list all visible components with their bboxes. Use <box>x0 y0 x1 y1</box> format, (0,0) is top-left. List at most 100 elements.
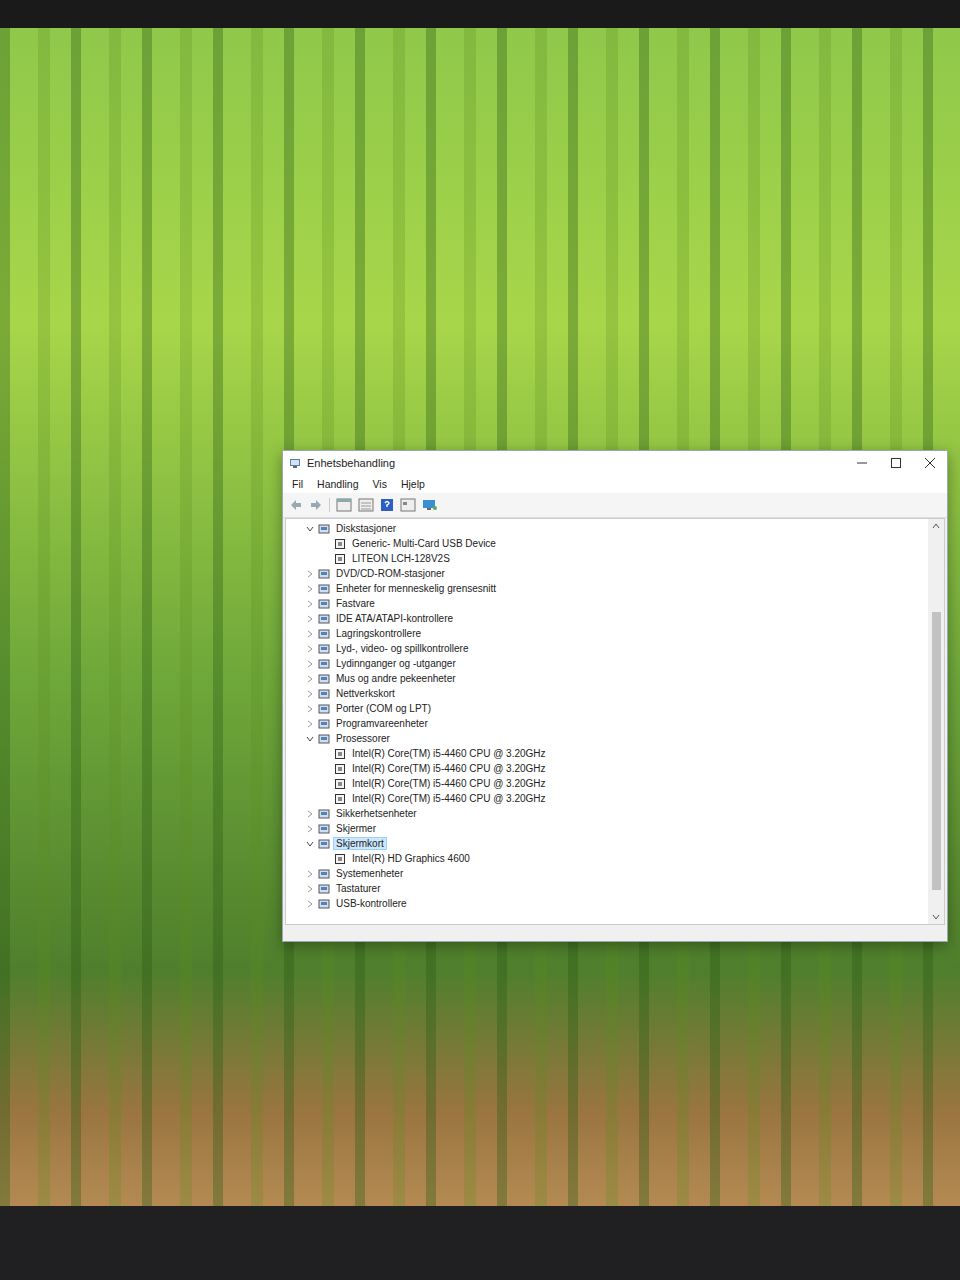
view-icon[interactable] <box>400 498 416 512</box>
help-icon[interactable] <box>380 498 394 512</box>
tree-category[interactable]: Programvareenheter <box>306 716 928 731</box>
expanded-chevron-icon[interactable] <box>306 525 314 533</box>
collapsed-chevron-icon[interactable] <box>306 900 314 908</box>
category-label: Programvareenheter <box>334 718 430 729</box>
tree-device[interactable]: Intel(R) Core(TM) i5-4460 CPU @ 3.20GHz <box>306 761 928 776</box>
device-label: Intel(R) HD Graphics 4600 <box>350 853 472 864</box>
device-label: Intel(R) Core(TM) i5-4460 CPU @ 3.20GHz <box>350 763 548 774</box>
scroll-track[interactable] <box>928 533 944 910</box>
tree-device[interactable]: Generic- Multi-Card USB Device <box>306 536 928 551</box>
collapsed-chevron-icon[interactable] <box>306 690 314 698</box>
tree-category[interactable]: Fastvare <box>306 596 928 611</box>
category-label: Lagringskontrollere <box>334 628 423 639</box>
collapsed-chevron-icon[interactable] <box>306 645 314 653</box>
category-label: Systemenheter <box>334 868 405 879</box>
tree-category[interactable]: Systemenheter <box>306 866 928 881</box>
scroll-down-icon[interactable] <box>929 910 943 924</box>
tree-category[interactable]: Tastaturer <box>306 881 928 896</box>
tree-category[interactable]: DVD/CD-ROM-stasjoner <box>306 566 928 581</box>
collapsed-chevron-icon[interactable] <box>306 570 314 578</box>
category-label: IDE ATA/ATAPI-kontrollere <box>334 613 455 624</box>
device-manager-window[interactable]: Enhetsbehandling Fil Handling Vis Hjelp Disks… <box>282 450 948 942</box>
collapsed-chevron-icon[interactable] <box>306 825 314 833</box>
collapsed-chevron-icon[interactable] <box>306 660 314 668</box>
collapsed-chevron-icon[interactable] <box>306 870 314 878</box>
collapsed-chevron-icon[interactable] <box>306 720 314 728</box>
device-label: LITEON LCH-128V2S <box>350 553 452 564</box>
device-category-icon <box>318 523 330 535</box>
device-tree-panel: Diskstasjoner Generic- Multi-Card USB Dev… <box>285 518 945 925</box>
list-icon[interactable] <box>358 498 374 512</box>
device-category-icon <box>318 568 330 580</box>
tree-device[interactable]: LITEON LCH-128V2S <box>306 551 928 566</box>
scan-hardware-icon[interactable] <box>422 498 438 512</box>
category-label: Enheter for menneskelig grensesnitt <box>334 583 498 594</box>
device-icon <box>334 553 346 565</box>
tree-category[interactable]: IDE ATA/ATAPI-kontrollere <box>306 611 928 626</box>
tree-category[interactable]: USB-kontrollere <box>306 896 928 911</box>
collapsed-chevron-icon[interactable] <box>306 885 314 893</box>
device-category-icon <box>318 898 330 910</box>
tree-category[interactable]: Prosessorer <box>306 731 928 746</box>
device-icon <box>334 853 346 865</box>
tree-device[interactable]: Intel(R) Core(TM) i5-4460 CPU @ 3.20GHz <box>306 791 928 806</box>
device-icon <box>334 763 346 775</box>
device-category-icon <box>318 643 330 655</box>
tree-category[interactable]: Skjermkort <box>306 836 928 851</box>
collapsed-chevron-icon[interactable] <box>306 705 314 713</box>
tree-category[interactable]: Lagringskontrollere <box>306 626 928 641</box>
tree-category[interactable]: Mus og andre pekeenheter <box>306 671 928 686</box>
status-bar <box>283 925 947 941</box>
device-label: Intel(R) Core(TM) i5-4460 CPU @ 3.20GHz <box>350 793 548 804</box>
properties-icon[interactable] <box>336 498 352 512</box>
monitor-screen: Enhetsbehandling Fil Handling Vis Hjelp Disks… <box>0 0 960 1280</box>
collapsed-chevron-icon[interactable] <box>306 600 314 608</box>
vertical-scrollbar[interactable] <box>928 519 944 924</box>
title-bar[interactable]: Enhetsbehandling <box>283 451 947 475</box>
menu-item[interactable]: Vis <box>368 477 392 491</box>
device-category-icon <box>318 688 330 700</box>
device-icon <box>334 793 346 805</box>
scroll-up-icon[interactable] <box>929 519 943 533</box>
category-label: Skjermkort <box>334 838 386 849</box>
category-label: Tastaturer <box>334 883 382 894</box>
tree-device[interactable]: Intel(R) HD Graphics 4600 <box>306 851 928 866</box>
close-icon[interactable] <box>913 453 947 473</box>
tree-category[interactable]: Diskstasjoner <box>306 521 928 536</box>
window-title: Enhetsbehandling <box>307 457 839 469</box>
tree-category[interactable]: Porter (COM og LPT) <box>306 701 928 716</box>
tree-category[interactable]: Skjermer <box>306 821 928 836</box>
tree-device[interactable]: Intel(R) Core(TM) i5-4460 CPU @ 3.20GHz <box>306 776 928 791</box>
tree-category[interactable]: Lydinnganger og -utganger <box>306 656 928 671</box>
expanded-chevron-icon[interactable] <box>306 840 314 848</box>
monitor-bezel-bottom <box>0 1206 960 1280</box>
collapsed-chevron-icon[interactable] <box>306 585 314 593</box>
tree-category[interactable]: Enheter for menneskelig grensesnitt <box>306 581 928 596</box>
collapsed-chevron-icon[interactable] <box>306 675 314 683</box>
category-label: Prosessorer <box>334 733 392 744</box>
collapsed-chevron-icon[interactable] <box>306 615 314 623</box>
tree-device[interactable]: Intel(R) Core(TM) i5-4460 CPU @ 3.20GHz <box>306 746 928 761</box>
device-category-icon <box>318 613 330 625</box>
menu-item[interactable]: Hjelp <box>396 477 430 491</box>
expanded-chevron-icon[interactable] <box>306 735 314 743</box>
menu-item[interactable]: Handling <box>312 477 363 491</box>
device-label: Intel(R) Core(TM) i5-4460 CPU @ 3.20GHz <box>350 778 548 789</box>
minimize-icon[interactable] <box>845 453 879 473</box>
device-category-icon <box>318 718 330 730</box>
forward-arrow-icon[interactable] <box>309 498 323 512</box>
tree-category[interactable]: Sikkerhetsenheter <box>306 806 928 821</box>
device-icon <box>334 778 346 790</box>
category-label: Diskstasjoner <box>334 523 398 534</box>
collapsed-chevron-icon[interactable] <box>306 810 314 818</box>
maximize-icon[interactable] <box>879 453 913 473</box>
device-tree: Diskstasjoner Generic- Multi-Card USB Dev… <box>286 519 928 924</box>
scroll-thumb[interactable] <box>932 612 941 890</box>
tree-category[interactable]: Lyd-, video- og spillkontrollere <box>306 641 928 656</box>
menu-item[interactable]: Fil <box>287 477 308 491</box>
category-label: Lyd-, video- og spillkontrollere <box>334 643 470 654</box>
device-category-icon <box>318 838 330 850</box>
tree-category[interactable]: Nettverkskort <box>306 686 928 701</box>
back-arrow-icon[interactable] <box>289 498 303 512</box>
collapsed-chevron-icon[interactable] <box>306 630 314 638</box>
